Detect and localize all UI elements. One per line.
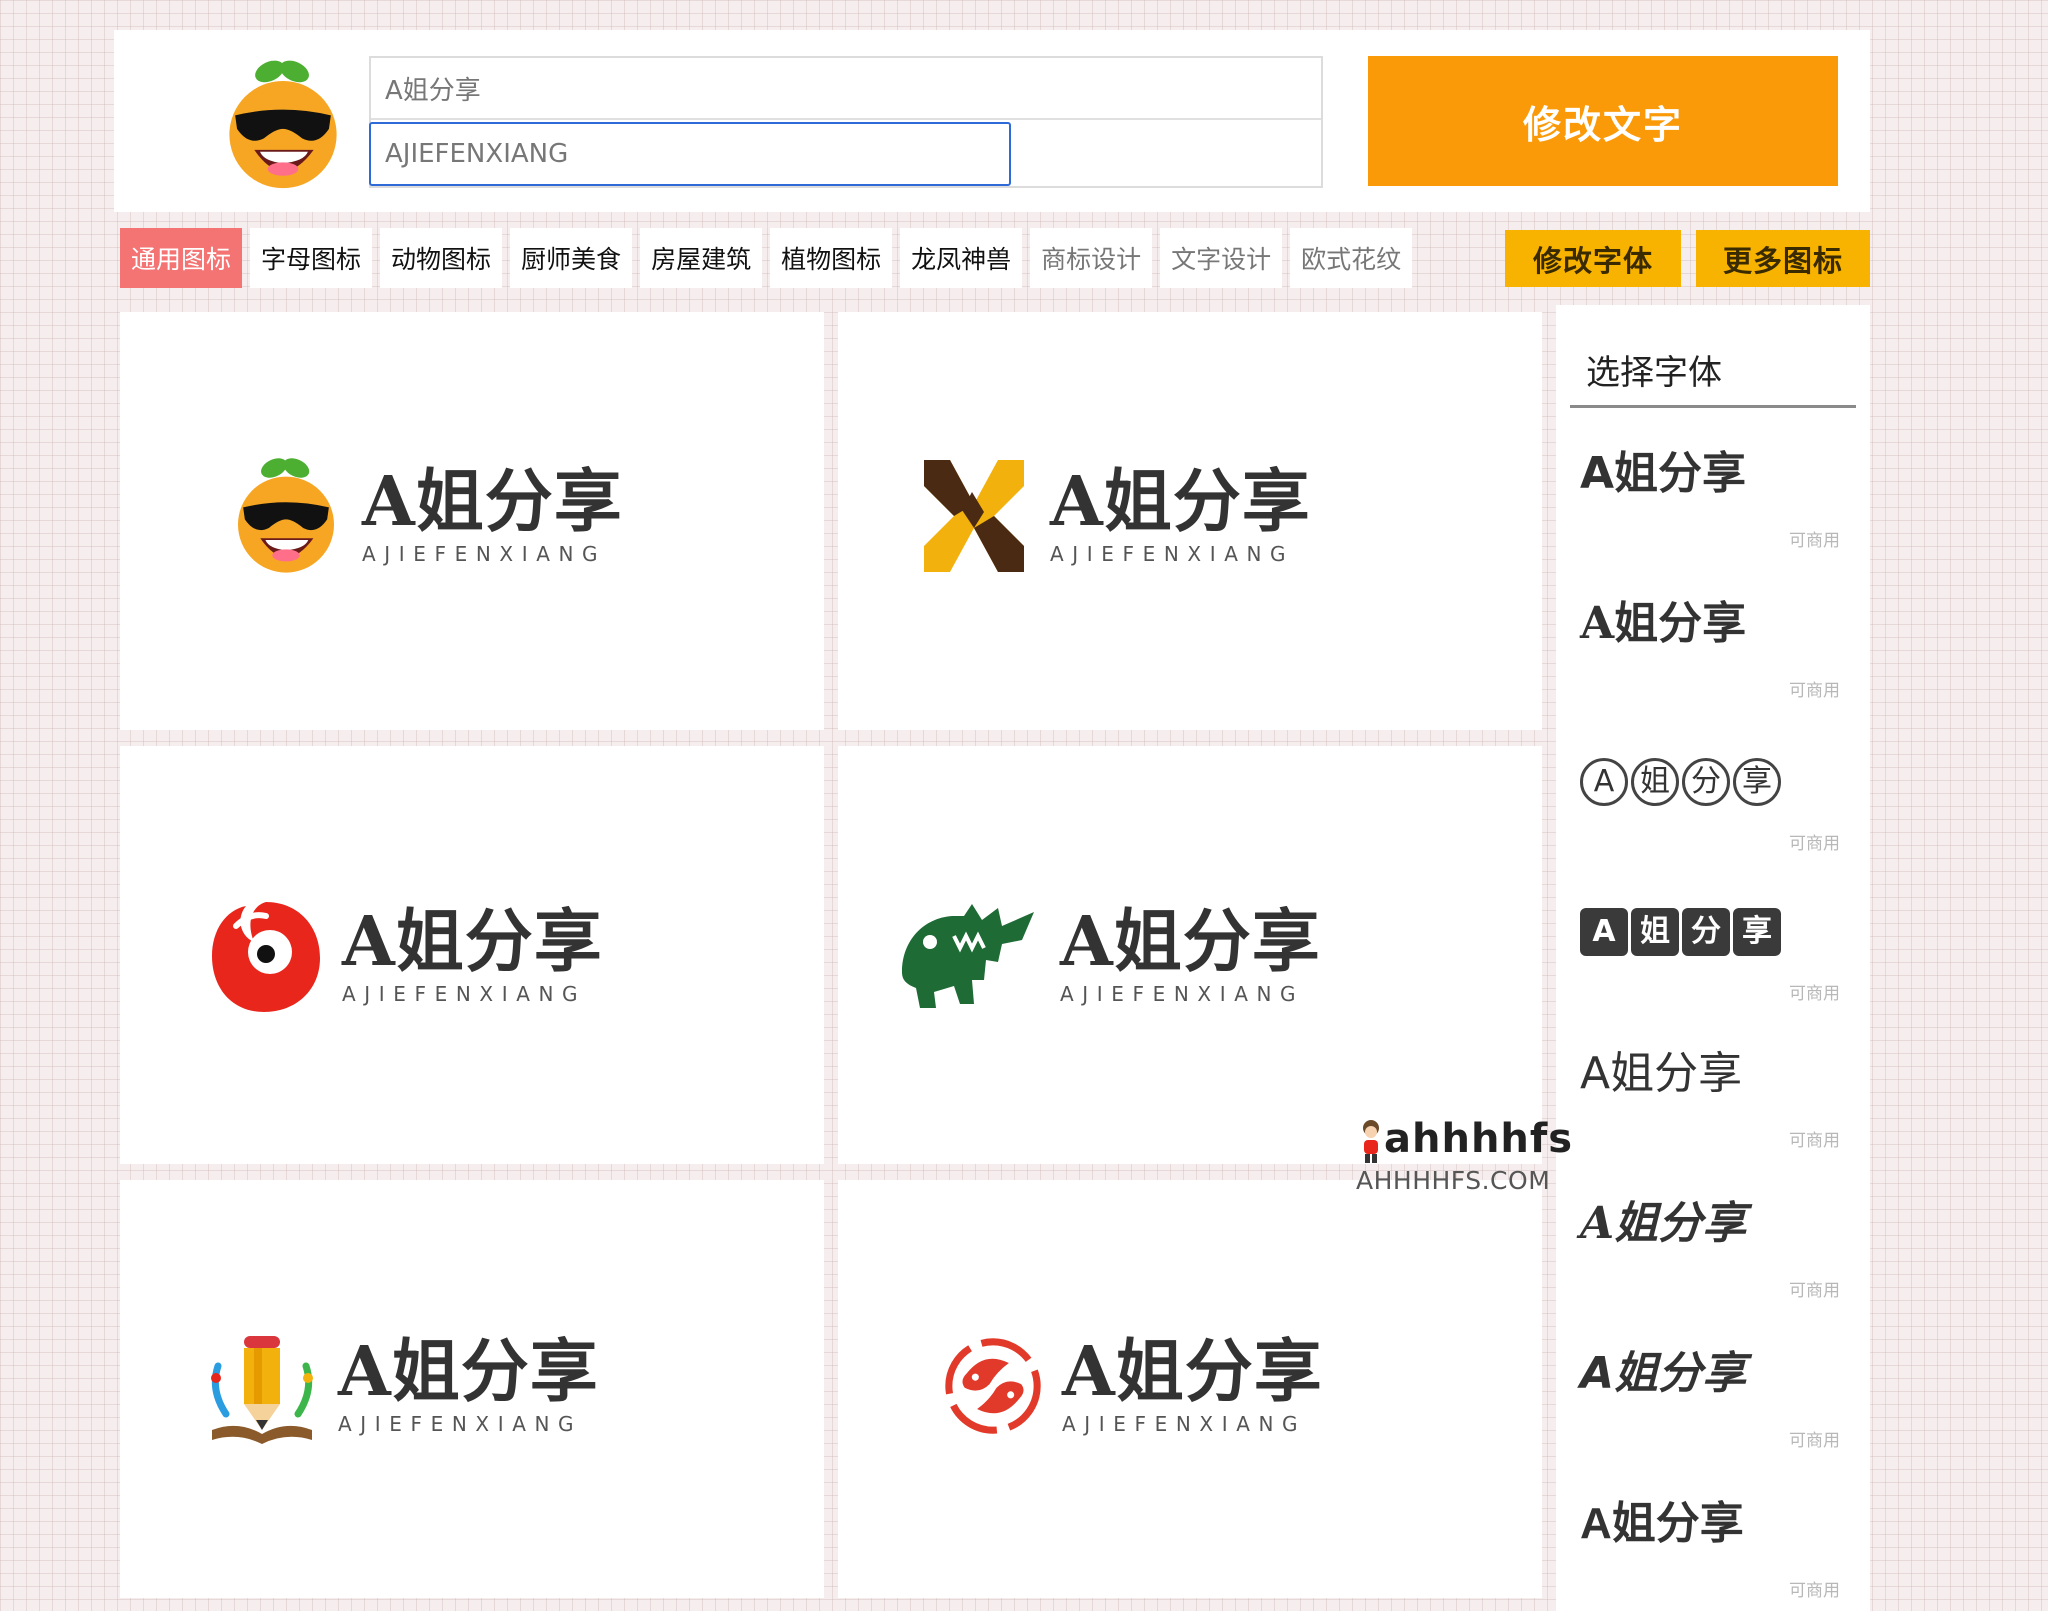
- logo-card[interactable]: A姐分享 AJIEFENXIANG: [120, 1180, 824, 1598]
- font-option[interactable]: A姐分享 可商用: [1580, 1348, 1850, 1480]
- text-input-group: [369, 56, 1323, 188]
- logo-title: A姐分享: [1060, 902, 1321, 982]
- tab-dragon-phoenix[interactable]: 龙凤神兽: [900, 228, 1023, 288]
- logo-subtitle: AJIEFENXIANG: [338, 1412, 583, 1436]
- commercial-use-tag: 可商用: [1789, 1581, 1840, 1601]
- watermark-sub: AHHHHFS.COM: [1356, 1166, 1551, 1195]
- logo-card[interactable]: A姐分享 AJIEFENXIANG: [120, 746, 824, 1164]
- logo-subtitle: AJIEFENXIANG: [1060, 982, 1305, 1006]
- commercial-use-tag: 可商用: [1789, 1431, 1840, 1451]
- font-sample: A姐分享: [1580, 753, 1784, 806]
- commercial-use-tag: 可商用: [1789, 984, 1840, 1004]
- tab-trademark-design[interactable]: 商标设计: [1030, 228, 1153, 288]
- font-sample: A姐分享: [1580, 598, 1747, 649]
- red-eye-blob-icon: [212, 902, 320, 1012]
- font-sample: A姐分享: [1580, 1198, 1747, 1249]
- commercial-use-tag: 可商用: [1789, 531, 1840, 551]
- tab-european-pattern[interactable]: 欧式花纹: [1290, 228, 1413, 288]
- commercial-use-tag: 可商用: [1789, 834, 1840, 854]
- logo-title: A姐分享: [338, 1332, 599, 1412]
- crocodile-icon: [902, 904, 1034, 1008]
- logo-subtitle: AJIEFENXIANG: [1062, 1412, 1307, 1436]
- logo-subtitle: AJIEFENXIANG: [362, 542, 607, 566]
- logo-title: A姐分享: [1062, 1332, 1323, 1412]
- logo-title: A姐分享: [362, 462, 623, 542]
- font-option[interactable]: A姐分享 可商用: [1580, 1048, 1850, 1180]
- logo-card[interactable]: A姐分享 AJIEFENXIANG: [838, 312, 1542, 730]
- logo-subtitle: AJIEFENXIANG: [1050, 542, 1295, 566]
- tab-house-building[interactable]: 房屋建筑: [640, 228, 763, 288]
- tab-animal-icons[interactable]: 动物图标: [380, 228, 503, 288]
- font-option[interactable]: A姐分享 可商用: [1580, 1499, 1850, 1611]
- logo-card[interactable]: A姐分享 AJIEFENXIANG: [120, 312, 824, 730]
- font-option[interactable]: A姐分享 可商用: [1580, 753, 1850, 883]
- logo-card[interactable]: A姐分享 AJIEFENXIANG: [838, 746, 1542, 1164]
- sunglasses-orange-icon: [229, 60, 337, 189]
- pencil-book-laurel-icon: [211, 1336, 313, 1444]
- category-tabs: 通用图标 字母图标 动物图标 厨师美食 房屋建筑 植物图标 龙凤神兽 商标设计 …: [120, 228, 1413, 288]
- logo-title: A姐分享: [1050, 462, 1311, 542]
- logo-title: A姐分享: [342, 902, 603, 982]
- tab-plant-icons[interactable]: 植物图标: [770, 228, 893, 288]
- font-sample: A姐分享: [1580, 1499, 1744, 1548]
- tab-general-icons[interactable]: 通用图标: [120, 228, 243, 288]
- font-option[interactable]: A姐分享 可商用: [1580, 903, 1850, 1033]
- red-twin-fish-icon: [945, 1338, 1041, 1434]
- tab-letter-icons[interactable]: 字母图标: [250, 228, 373, 288]
- sunglasses-orange-icon: [238, 458, 334, 573]
- watermark: ahhhhfs AHHHHFS.COM: [1356, 1110, 1586, 1198]
- font-sample: A姐分享: [1580, 448, 1747, 499]
- font-sample: A姐分享: [1580, 1048, 1743, 1099]
- font-select-panel: 选择字体 A姐分享 可商用 A姐分享 可商用 A姐分享 可商用 A姐分享 可商用…: [1556, 305, 1870, 1611]
- edit-font-button[interactable]: 修改字体: [1505, 230, 1681, 287]
- font-sample: A姐分享: [1580, 1348, 1747, 1399]
- commercial-use-tag: 可商用: [1789, 1131, 1840, 1151]
- more-icons-button[interactable]: 更多图标: [1696, 230, 1870, 287]
- header-bar: 修改文字: [114, 30, 1870, 212]
- divider: [1570, 405, 1856, 408]
- panel-title: 选择字体: [1586, 353, 1722, 393]
- title-input[interactable]: [371, 58, 1321, 120]
- logo-subtitle: AJIEFENXIANG: [342, 982, 587, 1006]
- font-option[interactable]: A姐分享 可商用: [1580, 598, 1850, 730]
- subtitle-input[interactable]: [369, 122, 1011, 186]
- geometric-h-icon: [924, 460, 1024, 572]
- logo-card[interactable]: A姐分享 AJIEFENXIANG: [838, 1180, 1542, 1598]
- font-option[interactable]: A姐分享 可商用: [1580, 448, 1850, 580]
- tab-text-design[interactable]: 文字设计: [1160, 228, 1283, 288]
- commercial-use-tag: 可商用: [1789, 1281, 1840, 1301]
- mascot-icon: [1363, 1120, 1379, 1163]
- tab-chef-food[interactable]: 厨师美食: [510, 228, 633, 288]
- font-option[interactable]: A姐分享 可商用: [1580, 1198, 1850, 1330]
- commercial-use-tag: 可商用: [1789, 681, 1840, 701]
- watermark-main: ahhhhfs: [1384, 1116, 1574, 1162]
- edit-text-button[interactable]: 修改文字: [1368, 56, 1838, 186]
- font-sample: A姐分享: [1580, 903, 1784, 956]
